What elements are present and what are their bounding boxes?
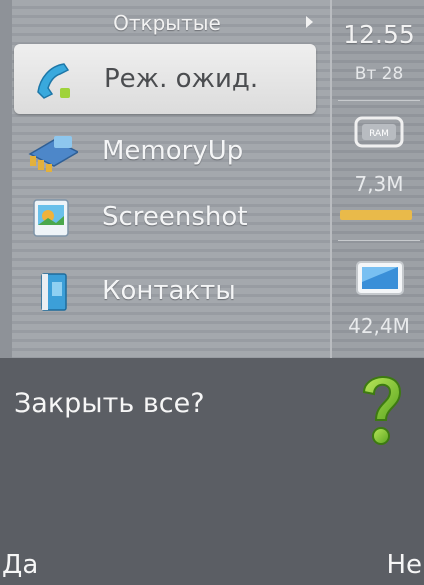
app-item-label: MemoryUp bbox=[102, 136, 244, 166]
header-arrow-right-icon[interactable] bbox=[306, 16, 313, 28]
clock-date: Вт 28 bbox=[354, 64, 404, 84]
dialog-message: Закрыть все? bbox=[14, 388, 205, 419]
softkey-no[interactable]: Не bbox=[386, 550, 422, 580]
open-apps-panel: Открытые Реж. ожид. MemoryUp Screenshot … bbox=[0, 0, 330, 358]
question-mark-icon bbox=[362, 376, 402, 445]
memory-chip-icon bbox=[28, 136, 78, 172]
panel-edge bbox=[0, 0, 12, 358]
app-item-label: Screenshot bbox=[102, 202, 248, 232]
app-item-standby[interactable]: Реж. ожид. bbox=[14, 44, 316, 114]
screenshot-app-icon bbox=[33, 199, 69, 237]
memory-card-icon bbox=[356, 261, 404, 295]
app-switcher-screen: Открытые Реж. ожид. MemoryUp Screenshot … bbox=[0, 0, 424, 585]
ram-icon: RAM bbox=[354, 116, 404, 148]
app-item-label: Реж. ожид. bbox=[104, 64, 259, 94]
divider bbox=[338, 240, 420, 241]
ram-usage-bar bbox=[340, 210, 412, 220]
open-apps-header: Открытые bbox=[113, 11, 221, 35]
softkey-bar: Да Не bbox=[0, 548, 424, 585]
ram-icon-label: RAM bbox=[369, 129, 389, 139]
clock-time: 12.55 bbox=[343, 20, 415, 49]
softkey-yes[interactable]: Да bbox=[2, 550, 38, 580]
app-item-screenshot[interactable]: Screenshot bbox=[12, 182, 330, 252]
contacts-book-icon bbox=[41, 273, 67, 311]
app-item-label: Контакты bbox=[102, 276, 236, 306]
close-all-dialog: Закрыть все? bbox=[0, 358, 424, 548]
ram-free-value: 7,3M bbox=[354, 172, 404, 196]
app-item-contacts[interactable]: Контакты bbox=[12, 256, 330, 326]
divider bbox=[338, 100, 420, 101]
memory-free-value: 42,4M bbox=[348, 314, 410, 338]
status-column: 12.55 Вт 28 RAM 7,3M 42,4M bbox=[330, 0, 424, 358]
app-item-memoryup[interactable]: MemoryUp bbox=[12, 116, 330, 186]
phone-handset-icon bbox=[37, 63, 70, 99]
